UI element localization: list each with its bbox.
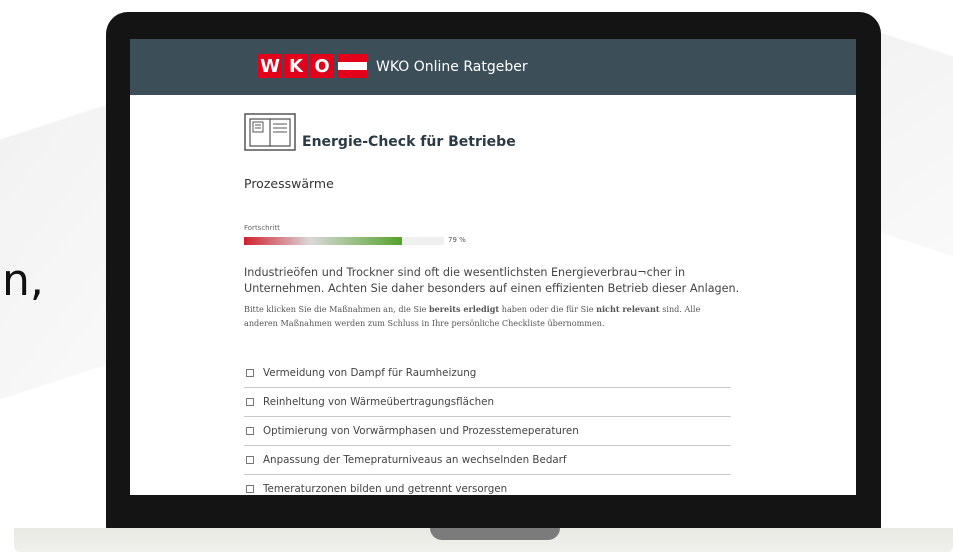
checkbox[interactable] [246, 427, 254, 435]
checkbox[interactable] [246, 398, 254, 406]
intro-text: Industrieöfen und Trockner sind oft die … [244, 266, 740, 295]
measure-item[interactable]: Vermeidung von Dampf für Raumheizung [244, 359, 731, 388]
header-title: WKO Online Ratgeber [376, 59, 528, 75]
measure-label: Temeraturzonen bilden und getrennt verso… [263, 483, 508, 495]
checkbox[interactable] [246, 485, 254, 493]
measure-item[interactable]: Temeraturzonen bilden und getrennt verso… [244, 475, 731, 495]
instruction-part-2: haben oder die für Sie [499, 304, 597, 314]
laptop-screen: W K O WKO Online Ratgeber Energie-Check … [130, 39, 856, 495]
progress-value: 79 % [448, 236, 466, 244]
measure-item[interactable]: Reinheltung von Wärmeübertragungsflächen [244, 388, 731, 417]
austria-flag-icon [338, 54, 367, 78]
page-title: Energie-Check für Betriebe [302, 134, 516, 150]
progress-bar [244, 237, 444, 245]
checkbox[interactable] [246, 456, 254, 464]
app-header: W K O WKO Online Ratgeber [130, 39, 856, 95]
measure-label: Anpassung der Temepraturniveaus an wechs… [263, 454, 567, 466]
book-icon [244, 113, 296, 151]
measure-item[interactable]: Optimierung von Vorwärmphasen und Prozes… [244, 417, 731, 446]
side-text-fragment: n, [2, 255, 44, 306]
instruction-bold-irrelevant: nicht relevant [596, 304, 660, 314]
measure-item[interactable]: Anpassung der Temepraturniveaus an wechs… [244, 446, 731, 475]
instruction-part-1: Bitte klicken Sie die Maßnahmen an, die … [244, 304, 429, 314]
measure-label: Vermeidung von Dampf für Raumheizung [263, 367, 477, 379]
main-content: Energie-Check für Betriebe Prozesswärme … [130, 95, 856, 495]
instruction-text: Bitte klicken Sie die Maßnahmen an, die … [244, 302, 734, 330]
logo-letter-o: O [310, 54, 334, 78]
wko-logo[interactable]: W K O [258, 54, 367, 78]
checkbox[interactable] [246, 369, 254, 377]
measure-label: Optimierung von Vorwärmphasen und Prozes… [263, 425, 579, 437]
measure-list: Vermeidung von Dampf für Raumheizung Rei… [244, 359, 731, 495]
section-title: Prozesswärme [244, 176, 334, 191]
measure-label: Reinheltung von Wärmeübertragungsflächen [263, 396, 495, 408]
logo-letter-k: K [284, 54, 308, 78]
instruction-bold-done: bereits erledigt [428, 304, 500, 314]
progress-label: Fortschritt [244, 224, 280, 232]
progress-fill [244, 237, 402, 245]
laptop-notch [430, 528, 560, 540]
logo-letter-w: W [258, 54, 282, 78]
